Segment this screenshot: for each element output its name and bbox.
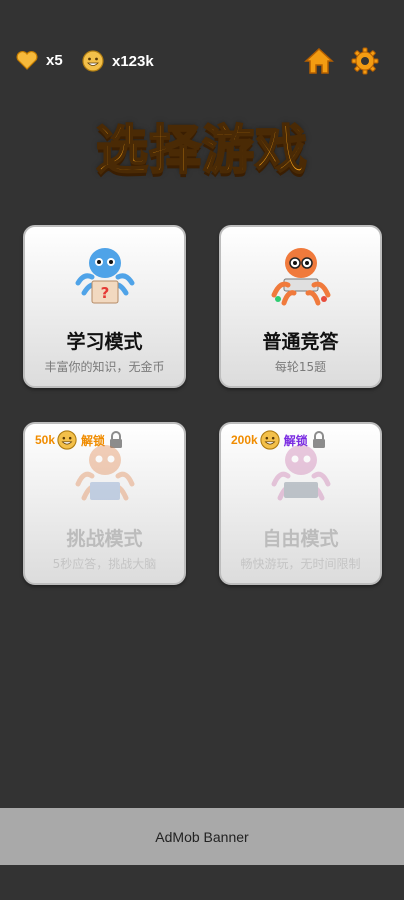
ad-banner[interactable]: AdMob Banner	[0, 808, 404, 865]
mode-card-challenge[interactable]: 50k 解锁 挑战模式 5秒应答，挑战大脑	[23, 422, 186, 585]
coins-value: x123k	[112, 52, 154, 70]
settings-button[interactable]	[348, 44, 382, 78]
coin-icon	[82, 50, 104, 72]
lives-value: x5	[46, 51, 63, 69]
octopus-quiz-icon	[271, 248, 330, 306]
mode-card-free[interactable]: 200k 解锁 自由模式 畅快游玩，无时间限制	[219, 422, 382, 585]
mode-name: 普通竞答	[262, 331, 339, 353]
mode-description: 每轮15题	[274, 360, 327, 374]
coins-counter: x123k	[82, 50, 154, 72]
mode-name: 学习模式	[66, 331, 143, 353]
mode-card-normal-quiz[interactable]: 普通竞答 每轮15题	[219, 225, 382, 388]
mode-card-learning[interactable]: ? 学习模式 丰富你的知识，无金币	[23, 225, 186, 388]
heart-icon	[16, 51, 38, 70]
mode-name: 挑战模式	[66, 528, 143, 550]
octopus-free-icon	[271, 445, 330, 501]
home-button[interactable]	[302, 44, 336, 78]
octopus-study-icon: ?	[75, 248, 134, 304]
unlock-cost: 200k	[231, 433, 258, 447]
mode-description: 丰富你的知识，无金币	[44, 360, 165, 374]
gear-icon	[351, 47, 379, 75]
mode-description: 畅快游玩，无时间限制	[240, 557, 361, 571]
mode-description: 5秒应答，挑战大脑	[52, 557, 157, 571]
home-icon	[304, 47, 334, 74]
lives-counter: x5	[16, 50, 63, 70]
octopus-challenge-icon	[75, 445, 134, 501]
mode-name: 自由模式	[262, 528, 339, 550]
unlock-cost: 50k	[35, 433, 56, 447]
page-title: 选择游戏	[95, 120, 308, 182]
top-bar: x5 x123k	[0, 44, 404, 80]
svg-text:?: ?	[100, 284, 109, 302]
